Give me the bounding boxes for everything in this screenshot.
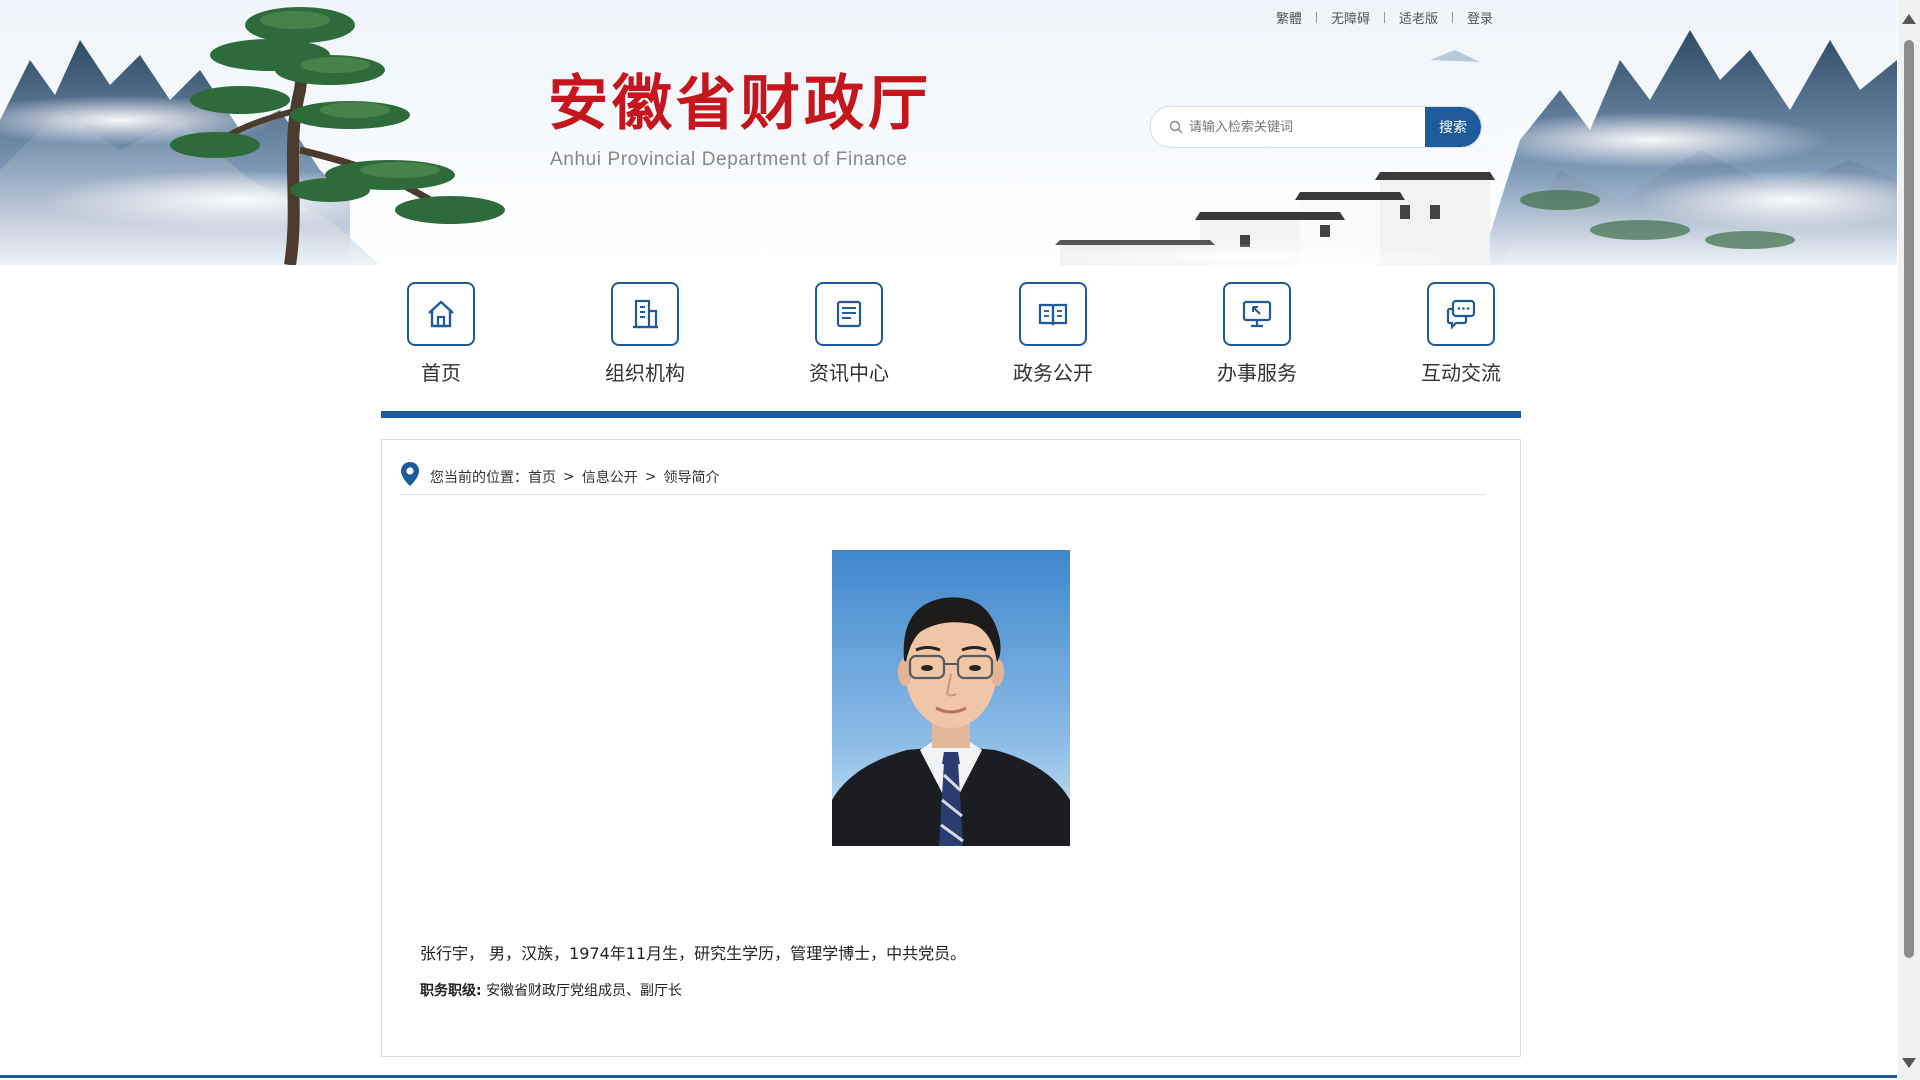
nav-item-interaction[interactable]: 互动交流 <box>1401 282 1521 392</box>
nav-label: 政务公开 <box>1013 361 1093 385</box>
header-banner: 繁體 无障碍 适老版 登录 安徽省财政厅 Anhui Provincial De… <box>0 0 1897 265</box>
traditional-chinese-link[interactable]: 繁體 <box>1262 8 1316 27</box>
breadcrumb-leader-profile[interactable]: 领导简介 <box>663 467 719 487</box>
breadcrumb-separator: > <box>563 469 575 485</box>
nav-divider <box>381 411 1521 418</box>
breadcrumb-info-disclosure[interactable]: 信息公开 <box>582 467 638 487</box>
nav-item-organization[interactable]: 组织机构 <box>585 282 705 392</box>
vertical-scrollbar[interactable] <box>1898 0 1920 1080</box>
scrollbar-thumb[interactable] <box>1904 40 1914 958</box>
scroll-up-icon[interactable] <box>1902 14 1916 24</box>
building-icon <box>611 282 679 346</box>
location-pin-icon <box>401 462 419 486</box>
scroll-down-icon[interactable] <box>1902 1058 1916 1068</box>
login-link[interactable]: 登录 <box>1453 8 1507 27</box>
breadcrumb-home[interactable]: 首页 <box>528 467 556 487</box>
nav-label: 首页 <box>421 361 461 385</box>
nav-item-home[interactable]: 首页 <box>381 282 501 392</box>
breadcrumb-separator: > <box>644 469 657 485</box>
main-nav: 首页 组织机构 资讯中心 政务公开 办事服务 互动交流 <box>381 282 1521 392</box>
home-icon <box>407 282 475 346</box>
site-logo-title[interactable]: 安徽省财政厅 <box>548 74 932 134</box>
content-panel: 您当前的位置： 首页 > 信息公开 > 领导简介 张行宇， 男，汉族，1974年… <box>381 439 1521 1057</box>
nav-item-government-affairs[interactable]: 政务公开 <box>993 282 1113 392</box>
breadcrumb-prefix: 您当前的位置： <box>430 470 528 486</box>
nav-label: 资讯中心 <box>809 361 889 385</box>
nav-label: 互动交流 <box>1421 361 1501 385</box>
landscape-illustration <box>0 7 1897 265</box>
search-input[interactable] <box>1183 107 1425 147</box>
nav-label: 办事服务 <box>1217 361 1297 385</box>
search-icon <box>1169 120 1183 134</box>
search-button[interactable]: 搜索 <box>1425 107 1481 147</box>
document-icon <box>815 282 883 346</box>
chat-icon <box>1427 282 1495 346</box>
nav-item-news-center[interactable]: 资讯中心 <box>789 282 909 392</box>
duty-label: 职务职级: <box>420 983 482 999</box>
open-book-icon <box>1019 282 1087 346</box>
duty-value: 安徽省财政厅党组成员、副厅长 <box>486 983 683 999</box>
leader-bio: 张行宇， 男，汉族，1974年11月生，研究生学历，管理学博士，中共党员。 <box>420 944 967 963</box>
site-logo-subtitle: Anhui Provincial Department of Finance <box>550 149 908 170</box>
accessibility-link[interactable]: 无障碍 <box>1317 8 1384 27</box>
leader-portrait <box>832 550 1070 846</box>
top-links: 繁體 无障碍 适老版 登录 <box>1262 8 1507 27</box>
leader-duty: 职务职级: 安徽省财政厅党组成员、副厅长 <box>420 980 682 1000</box>
nav-label: 组织机构 <box>605 361 685 385</box>
search-box: 搜索 <box>1150 106 1482 148</box>
elderly-mode-link[interactable]: 适老版 <box>1385 8 1452 27</box>
breadcrumb: 您当前的位置： 首页 > 信息公开 > 领导简介 <box>400 460 1486 495</box>
monitor-icon <box>1223 282 1291 346</box>
nav-item-services[interactable]: 办事服务 <box>1197 282 1317 392</box>
footer-divider <box>0 1075 1897 1078</box>
